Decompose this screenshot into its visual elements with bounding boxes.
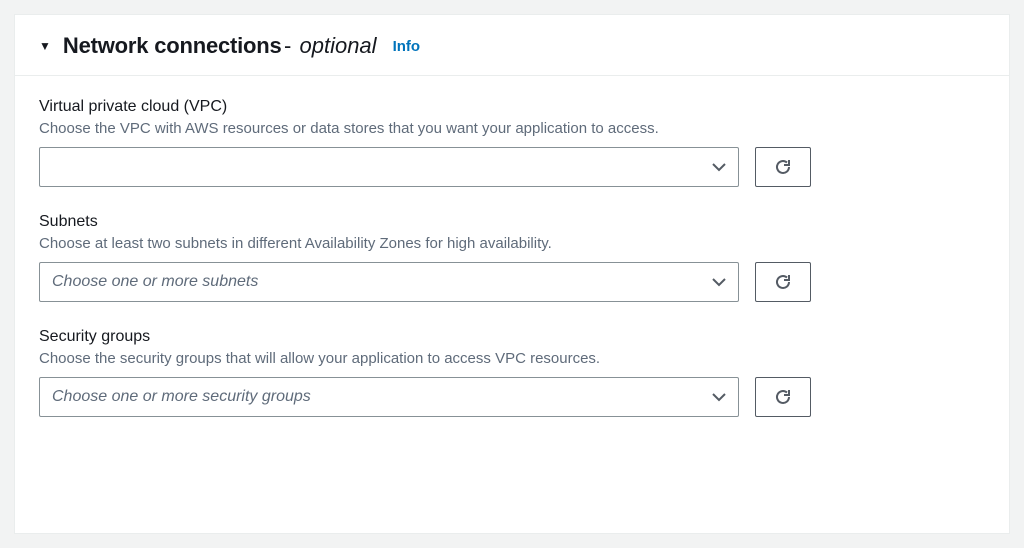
panel-header[interactable]: ▼ Network connections - optional Info <box>15 15 1009 76</box>
dash-separator: - <box>284 33 297 58</box>
subnets-label: Subnets <box>39 213 985 231</box>
section-title-wrap: Network connections - optional <box>63 33 377 59</box>
security-groups-refresh-button[interactable] <box>755 377 811 417</box>
refresh-icon <box>774 158 792 176</box>
vpc-label: Virtual private cloud (VPC) <box>39 98 985 116</box>
chevron-down-icon <box>712 277 726 287</box>
subnets-field-row: Choose one or more subnets <box>39 262 985 302</box>
chevron-down-icon <box>712 392 726 402</box>
vpc-select[interactable] <box>39 147 739 187</box>
chevron-down-icon <box>712 162 726 172</box>
panel-body: Virtual private cloud (VPC) Choose the V… <box>15 76 1009 467</box>
collapse-caret-icon: ▼ <box>39 40 51 52</box>
subnets-refresh-button[interactable] <box>755 262 811 302</box>
subnets-description: Choose at least two subnets in different… <box>39 235 985 252</box>
security-groups-select[interactable]: Choose one or more security groups <box>39 377 739 417</box>
refresh-icon <box>774 388 792 406</box>
subnets-select[interactable]: Choose one or more subnets <box>39 262 739 302</box>
refresh-icon <box>774 273 792 291</box>
security-groups-field-group: Security groups Choose the security grou… <box>39 328 985 417</box>
vpc-description: Choose the VPC with AWS resources or dat… <box>39 120 985 137</box>
vpc-field-group: Virtual private cloud (VPC) Choose the V… <box>39 98 985 187</box>
security-groups-select-placeholder: Choose one or more security groups <box>52 388 311 406</box>
subnets-field-group: Subnets Choose at least two subnets in d… <box>39 213 985 302</box>
subnets-select-placeholder: Choose one or more subnets <box>52 273 258 291</box>
info-link[interactable]: Info <box>393 38 421 55</box>
optional-label: optional <box>299 33 376 58</box>
security-groups-field-row: Choose one or more security groups <box>39 377 985 417</box>
vpc-field-row <box>39 147 985 187</box>
network-connections-panel: ▼ Network connections - optional Info Vi… <box>14 14 1010 534</box>
security-groups-label: Security groups <box>39 328 985 346</box>
vpc-refresh-button[interactable] <box>755 147 811 187</box>
security-groups-description: Choose the security groups that will all… <box>39 350 985 367</box>
section-title: Network connections <box>63 33 282 58</box>
